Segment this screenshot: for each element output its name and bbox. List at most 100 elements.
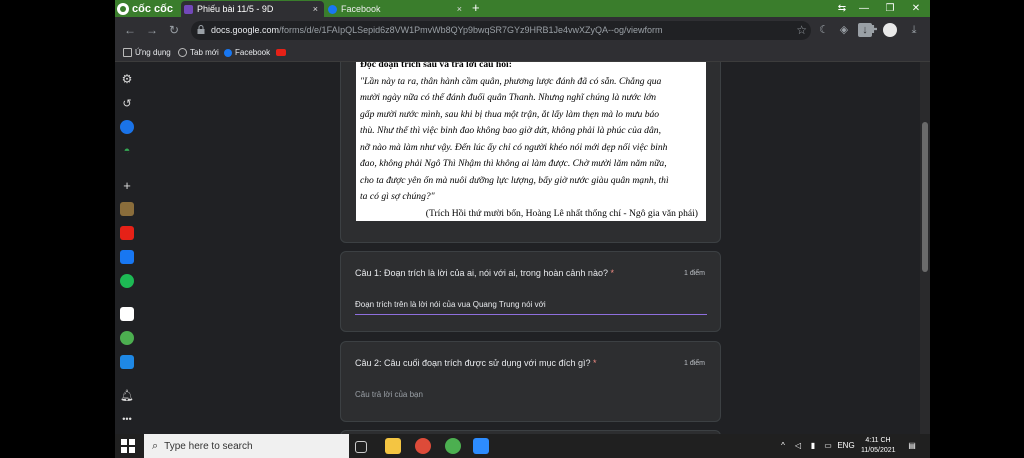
profile-avatar[interactable] — [883, 23, 897, 37]
close-tab-icon[interactable]: × — [313, 4, 318, 14]
clock-time: 4:11 CH — [865, 437, 891, 444]
search-icon: ⌕ — [152, 439, 159, 452]
required-marker: * — [593, 358, 597, 368]
tab-forms[interactable]: Phiếu bài 11/5 - 9D × — [181, 1, 324, 17]
passage-line: cho ta được yên ổn mà nuôi dưỡng lực lượ… — [360, 174, 669, 186]
tab-label: Phiếu bài 11/5 - 9D — [197, 4, 274, 14]
question-title: Câu 2: Câu cuối đoạn trích được sử dụng … — [355, 358, 597, 368]
vtv-icon[interactable] — [120, 307, 134, 321]
passage-image: Đọc đoạn trích sau và trả lời câu hỏi: "… — [356, 62, 706, 221]
windows-start-icon[interactable] — [121, 439, 135, 453]
taskbar-clock[interactable]: 4:11 CH 11/05/2021 — [861, 436, 896, 456]
answer-input[interactable]: Đoạn trích trên là lời nói của vua Quang… — [355, 300, 707, 315]
settings-gear-icon[interactable]: ⚙ — [120, 72, 134, 86]
bookmark-label: Tab mới — [190, 48, 219, 57]
globe-icon — [178, 48, 187, 57]
taskbar-search[interactable]: ⌕ Type here to search — [144, 434, 349, 458]
bookmark-apps[interactable]: Ứng dụng — [123, 44, 171, 61]
tab-search-icon[interactable]: ⇆ — [831, 0, 853, 17]
passage-line: gấp mười nước mình, sau khi bị thua một … — [360, 108, 660, 120]
network-icon[interactable]: ▭ — [821, 434, 835, 458]
notification-center-icon[interactable]: ▤ — [905, 434, 919, 458]
back-icon[interactable]: ← — [122, 22, 138, 38]
forward-icon[interactable]: → — [144, 22, 160, 38]
facebook-icon — [328, 4, 337, 14]
microphone-icon[interactable]: ▮ — [808, 434, 818, 458]
link-icon[interactable] — [120, 331, 134, 345]
lock-icon — [197, 25, 205, 34]
form-content: Đọc đoạn trích sau và trả lời câu hỏi: "… — [140, 62, 920, 434]
add-icon[interactable]: + — [120, 178, 134, 193]
question-points: 1 điểm — [683, 270, 705, 277]
more-icon[interactable]: ••• — [120, 412, 134, 426]
restore-icon[interactable]: ❐ — [879, 0, 901, 17]
question-card: Câu 1: Đoạn trích là lời của ai, nói với… — [340, 251, 721, 332]
bookmark-youtube[interactable] — [276, 44, 289, 61]
windows-taskbar: ⌕ Type here to search ^ ◁ ▮ ▭ ENG 4:11 C… — [115, 434, 930, 458]
bookmark-label: Ứng dụng — [135, 48, 171, 57]
page-scrollbar[interactable] — [920, 62, 930, 434]
coccoc-taskbar-icon[interactable] — [445, 438, 461, 454]
facebook-icon — [224, 48, 232, 57]
navigation-bar: ← → ↻ docs.google.com/forms/d/e/1FAIpQLS… — [115, 17, 930, 44]
brand-label: cốc cốc — [132, 2, 173, 15]
coupon-icon[interactable] — [120, 355, 134, 369]
bookmark-star-icon[interactable]: ☆ — [796, 22, 807, 39]
tab-facebook[interactable]: Facebook × — [325, 1, 468, 17]
clock-date: 11/05/2021 — [861, 447, 896, 454]
new-tab-button[interactable]: + — [472, 0, 480, 16]
scrollbar-thumb[interactable] — [922, 122, 928, 272]
google-forms-icon — [184, 4, 193, 14]
adblock-shield-icon[interactable]: ◈ — [837, 23, 851, 37]
coccoc-logo-icon — [117, 2, 129, 15]
gamepad-icon[interactable]: ◓ — [120, 144, 134, 158]
chrome-icon[interactable] — [415, 438, 431, 454]
passage-line: thù. Như thế thì việc binh đao không bao… — [360, 125, 661, 136]
browser-window: cốc cốc Phiếu bài 11/5 - 9D × Facebook ×… — [115, 0, 930, 434]
passage-line: "Lần này ta ra, thân hành cầm quân, phươ… — [360, 75, 662, 87]
browser-sidebar: ⚙ ↺ ◓ + 🔔︎ ••• — [115, 62, 140, 434]
close-window-icon[interactable]: ✕ — [905, 0, 927, 17]
zoom-icon[interactable] — [473, 438, 489, 454]
close-tab-icon[interactable]: × — [457, 4, 462, 14]
passage-line: ta có gì sợ chúng?" — [360, 191, 435, 202]
passage-line: đao, không phải Ngô Thì Nhậm thì không a… — [360, 158, 667, 169]
tray-chevron-icon[interactable]: ^ — [777, 434, 789, 458]
language-indicator[interactable]: ENG — [835, 434, 857, 458]
file-explorer-icon[interactable] — [385, 438, 401, 454]
app-shortcut-icon[interactable] — [120, 202, 134, 216]
question-title: Câu 1: Đoạn trích là lời của ai, nói với… — [355, 268, 614, 278]
question-card: Câu 2: Câu cuối đoạn trích được sử dụng … — [340, 341, 721, 422]
history-icon[interactable]: ↺ — [120, 96, 134, 110]
passage-heading: Đọc đoạn trích sau và trả lời câu hỏi: — [360, 62, 512, 70]
passage-source: (Trích Hồi thứ mười bốn, Hoàng Lê nhất t… — [425, 207, 698, 219]
tab-bar: cốc cốc Phiếu bài 11/5 - 9D × Facebook ×… — [115, 0, 930, 17]
search-placeholder: Type here to search — [164, 440, 253, 452]
passage-card: Đọc đoạn trích sau và trả lời câu hỏi: "… — [340, 62, 721, 243]
volume-icon[interactable]: ◁ — [791, 434, 805, 458]
question-points: 1 điểm — [683, 360, 705, 367]
youtube-icon — [276, 49, 286, 56]
passage-line: mười ngày nữa có thể đánh đuổi quân Than… — [360, 92, 657, 103]
passage-line: nỡ nào mà làm như vậy. Đến lúc ấy chỉ có… — [360, 141, 668, 153]
address-bar[interactable]: docs.google.com/forms/d/e/1FAIpQLSepid6z… — [191, 21, 811, 40]
url-text: docs.google.com/forms/d/e/1FAIpQLSepid6z… — [211, 25, 663, 35]
facebook-icon[interactable] — [120, 250, 134, 264]
coccoc-menu-button[interactable]: cốc cốc — [117, 1, 173, 16]
bookmark-new-tab[interactable]: Tab mới — [178, 44, 219, 61]
bookmarks-bar: Ứng dụng Tab mới Facebook — [115, 44, 930, 62]
minimize-icon[interactable]: — — [853, 0, 875, 17]
download-icon[interactable]: ⤓ — [907, 23, 921, 37]
answer-input[interactable]: Câu trả lời của bạn — [355, 390, 423, 399]
messenger-icon[interactable] — [120, 120, 134, 134]
extensions-puzzle-icon[interactable]: ✚ — [866, 23, 880, 37]
dark-mode-icon[interactable]: ☾ — [817, 23, 831, 37]
bookmark-facebook[interactable]: Facebook — [224, 44, 270, 61]
reload-icon[interactable]: ↻ — [166, 22, 182, 38]
apps-grid-icon — [123, 48, 132, 57]
spotify-icon[interactable] — [120, 274, 134, 288]
youtube-icon[interactable] — [120, 226, 134, 240]
notification-bell-icon[interactable]: 🔔︎ — [120, 388, 134, 402]
task-view-icon[interactable] — [355, 441, 367, 453]
bookmark-label: Facebook — [235, 48, 271, 57]
